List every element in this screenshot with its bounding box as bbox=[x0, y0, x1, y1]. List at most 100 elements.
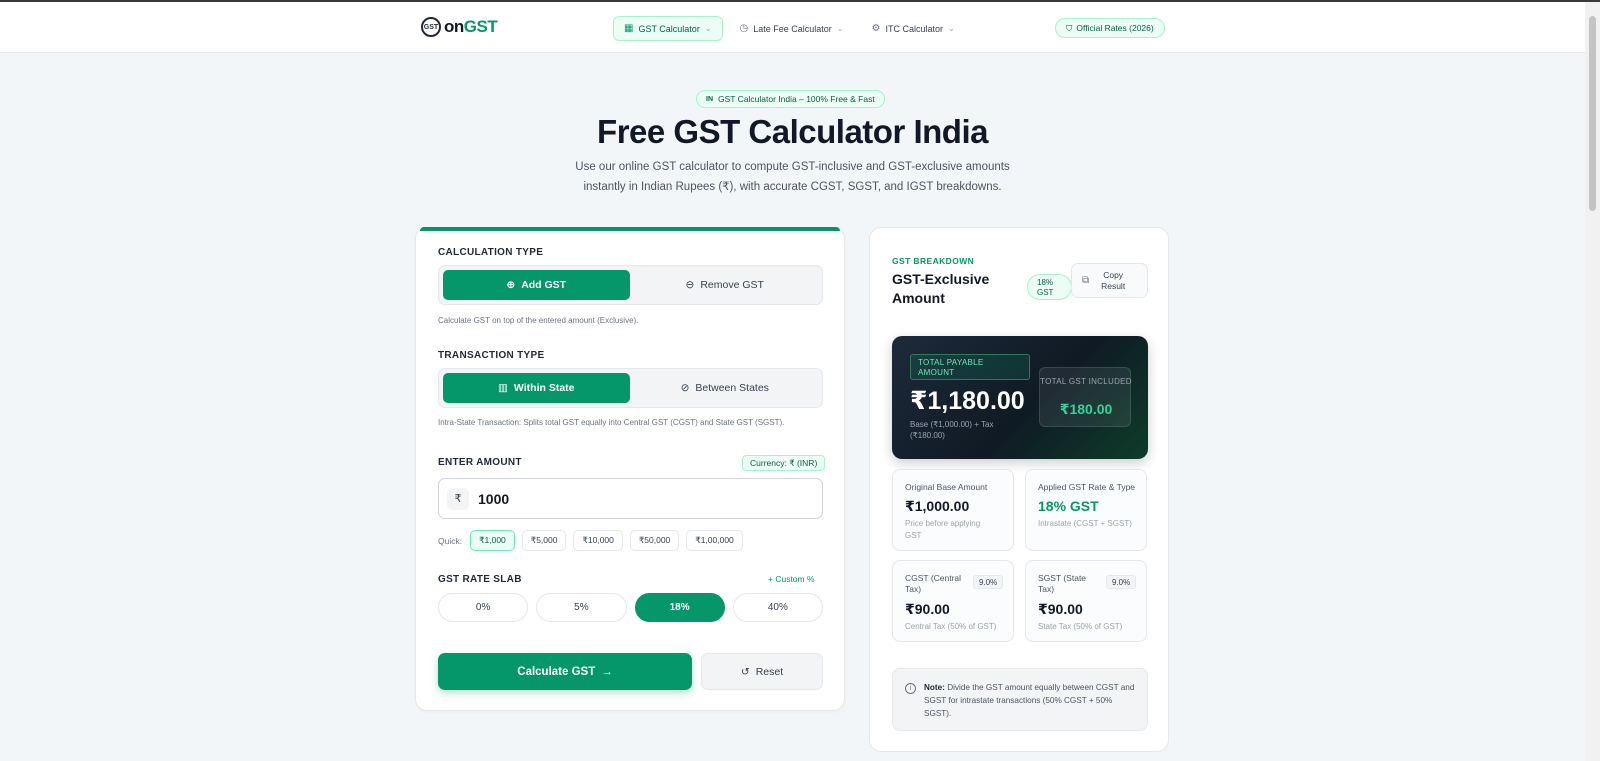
rate-badge-type: GST bbox=[1037, 288, 1054, 297]
total-payable-note: Base (₹1,000.00) + Tax (₹180.00) bbox=[910, 420, 994, 440]
applied-rate-label: Applied GST Rate & Type bbox=[1038, 482, 1136, 492]
sgst-label: SGST (State Tax) bbox=[1038, 573, 1087, 594]
transaction-type-label: TRANSACTION TYPE bbox=[438, 350, 545, 361]
breakdown-title: GST-Exclusive Amount bbox=[892, 271, 990, 306]
page-scrollbar[interactable] bbox=[1585, 2, 1600, 761]
cgst-label: CGST (Central Tax) bbox=[905, 573, 962, 594]
nav-gst-calculator[interactable]: ▦ GST Calculator ⌄ bbox=[613, 16, 723, 41]
copy-result-label: Copy Result bbox=[1101, 269, 1126, 291]
scrollbar-thumb[interactable] bbox=[1589, 16, 1596, 211]
nav-label: Late Fee Calculator bbox=[753, 23, 832, 34]
total-gst-box: TOTAL GST INCLUDED ₹180.00 bbox=[1039, 367, 1132, 427]
gst-breakdown-card: GST BREAKDOWN GST-Exclusive Amount 18% G… bbox=[869, 227, 1169, 752]
sgst-rate-badge: 9.0% bbox=[1106, 575, 1137, 589]
globe-icon: ⊘ bbox=[680, 382, 690, 394]
hero-badge-label: GST Calculator India – 100% Free & Fast bbox=[718, 94, 875, 104]
chevron-down-icon: ⌄ bbox=[947, 24, 955, 33]
base-amount-note: Price before applying GST bbox=[905, 519, 981, 540]
within-state-button[interactable]: ▥ Within State bbox=[443, 373, 630, 403]
nav-label: ITC Calculator bbox=[885, 23, 943, 34]
within-state-label: Within State bbox=[513, 382, 575, 394]
enter-amount-label: ENTER AMOUNT bbox=[438, 457, 522, 468]
chevron-down-icon: ⌄ bbox=[836, 24, 844, 33]
main-nav: ▦ GST Calculator ⌄ ◷ Late Fee Calculator… bbox=[613, 16, 966, 41]
logo-wordmark: onGST bbox=[444, 17, 498, 36]
breakdown-label: GST BREAKDOWN bbox=[892, 256, 975, 266]
plus-circle-icon: ⊕ bbox=[506, 279, 516, 291]
sgst-card: SGST (State Tax) 9.0% ₹90.00 State Tax (… bbox=[1025, 560, 1147, 642]
sgst-value: ₹90.00 bbox=[1038, 601, 1083, 617]
applied-rate-note: Intrastate (CGST + SGST) bbox=[1038, 519, 1132, 528]
nav-late-fee-calculator[interactable]: ◷ Late Fee Calculator ⌄ bbox=[729, 16, 855, 41]
transaction-type-toggle: ▥ Within State ⊘ Between States bbox=[438, 368, 823, 408]
nav-itc-calculator[interactable]: ⚙ ITC Calculator ⌄ bbox=[861, 16, 966, 41]
quick-amount-5000[interactable]: ₹5,000 bbox=[521, 530, 567, 551]
calculate-gst-label: Calculate GST bbox=[517, 665, 596, 678]
amount-input[interactable]: ₹ 1000 bbox=[438, 478, 823, 519]
nav-label: GST Calculator bbox=[638, 23, 700, 34]
hero-badge: IN GST Calculator India – 100% Free & Fa… bbox=[696, 90, 885, 108]
calculator-form-card: CALCULATION TYPE ⊕ Add GST ⊖ Remove GST … bbox=[415, 227, 845, 711]
calculation-type-toggle: ⊕ Add GST ⊖ Remove GST bbox=[438, 265, 823, 305]
cgst-card: CGST (Central Tax) 9.0% ₹90.00 Central T… bbox=[892, 560, 1014, 642]
between-states-label: Between States bbox=[695, 382, 769, 394]
cgst-rate-badge: 9.0% bbox=[973, 575, 1004, 589]
reset-button[interactable]: ↺ Reset bbox=[701, 653, 823, 690]
quick-amount-1000[interactable]: ₹1,000 bbox=[470, 530, 515, 551]
rate-40-button[interactable]: 40% bbox=[732, 593, 823, 622]
info-icon: i bbox=[905, 683, 916, 694]
gst-rate-options: 0% 5% 18% 40% bbox=[438, 593, 823, 622]
base-amount-label: Original Base Amount bbox=[905, 482, 988, 492]
currency-badge: Currency: ₹ (INR) bbox=[742, 455, 826, 471]
custom-rate-link[interactable]: + Custom % bbox=[768, 574, 815, 584]
rate-badge: 18% GST bbox=[1027, 274, 1072, 300]
minus-circle-icon: ⊖ bbox=[685, 279, 695, 291]
total-payable-card: TOTAL PAYABLE AMOUNT ₹1,180.00 Base (₹1,… bbox=[892, 336, 1148, 459]
chevron-down-icon: ⌄ bbox=[704, 24, 712, 33]
quick-amount-50000[interactable]: ₹50,000 bbox=[629, 530, 680, 551]
site-logo[interactable]: GST onGST bbox=[421, 17, 498, 37]
copy-result-button[interactable]: ⧉ Copy Result bbox=[1071, 263, 1148, 298]
clock-icon: ◷ bbox=[739, 23, 749, 34]
total-gst-label: TOTAL GST INCLUDED bbox=[1040, 377, 1132, 386]
quick-amount-10000[interactable]: ₹10,000 bbox=[573, 530, 623, 551]
remove-gst-label: Remove GST bbox=[700, 279, 764, 291]
reset-label: Reset bbox=[755, 665, 784, 678]
calculator-icon: ▦ bbox=[624, 23, 634, 34]
total-payable-value: ₹1,180.00 bbox=[910, 387, 1025, 415]
cgst-note: Central Tax (50% of GST) bbox=[905, 622, 997, 631]
calculation-type-label: CALCULATION TYPE bbox=[438, 247, 544, 258]
flag-icon: IN bbox=[706, 95, 713, 103]
note-box: i Note: Divide the GST amount equally be… bbox=[892, 668, 1148, 731]
shield-icon: ⛉ bbox=[1066, 22, 1073, 33]
add-gst-button[interactable]: ⊕ Add GST bbox=[443, 270, 630, 300]
base-amount-card: Original Base Amount ₹1,000.00 Price bef… bbox=[892, 469, 1014, 551]
page-title: Free GST Calculator India bbox=[597, 113, 988, 150]
total-payable-label: TOTAL PAYABLE AMOUNT bbox=[910, 354, 1030, 380]
amount-value[interactable]: 1000 bbox=[478, 491, 509, 507]
site-header: GST onGST ▦ GST Calculator ⌄ ◷ Late Fee … bbox=[0, 2, 1585, 53]
cgst-value: ₹90.00 bbox=[905, 601, 950, 617]
rate-badge-value: 18% bbox=[1037, 278, 1054, 287]
applied-rate-card: Applied GST Rate & Type 18% GST Intrasta… bbox=[1025, 469, 1147, 551]
page-subtitle: Use our online GST calculator to compute… bbox=[575, 161, 1010, 193]
gear-icon: ⚙ bbox=[871, 23, 881, 34]
rate-0-button[interactable]: 0% bbox=[438, 593, 529, 622]
reset-icon: ↺ bbox=[740, 665, 750, 678]
rupee-icon: ₹ bbox=[447, 487, 469, 510]
transaction-type-hint: Intra-State Transaction: Splits total GS… bbox=[438, 418, 785, 427]
card-accent-bar bbox=[420, 227, 840, 231]
between-states-button[interactable]: ⊘ Between States bbox=[632, 373, 819, 403]
quick-amount-100000[interactable]: ₹1,00,000 bbox=[686, 530, 743, 551]
building-icon: ▥ bbox=[498, 382, 508, 394]
rate-5-button[interactable]: 5% bbox=[536, 593, 627, 622]
official-rates-badge[interactable]: ⛉ Official Rates (2026) bbox=[1055, 18, 1165, 38]
quick-amounts: Quick: ₹1,000 ₹5,000 ₹10,000 ₹50,000 ₹1,… bbox=[438, 530, 743, 551]
remove-gst-button[interactable]: ⊖ Remove GST bbox=[632, 270, 819, 300]
applied-rate-value: 18% GST bbox=[1038, 498, 1099, 514]
rate-18-button[interactable]: 18% bbox=[634, 593, 725, 622]
calculate-gst-button[interactable]: Calculate GST → bbox=[438, 653, 692, 690]
add-gst-label: Add GST bbox=[521, 279, 567, 291]
gst-rate-slab-label: GST RATE SLAB bbox=[438, 574, 522, 585]
copy-icon: ⧉ bbox=[1082, 275, 1090, 286]
